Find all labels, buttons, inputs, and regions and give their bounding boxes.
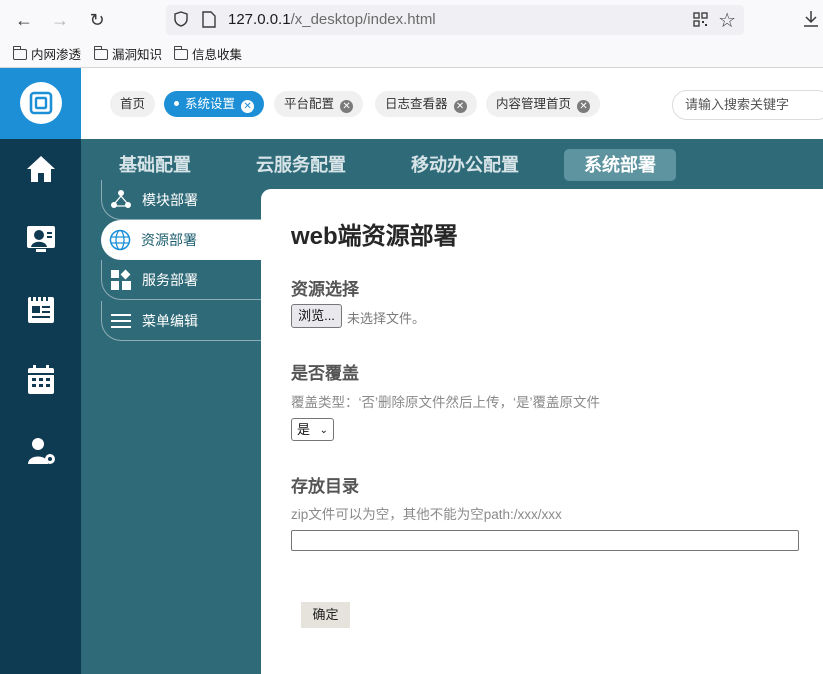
- close-icon[interactable]: ✕: [340, 100, 354, 113]
- star-icon[interactable]: ☆: [718, 8, 736, 33]
- user-settings-icon[interactable]: [24, 434, 58, 468]
- close-icon[interactable]: ✕: [577, 100, 591, 113]
- forward-arrow-icon[interactable]: →: [49, 9, 71, 31]
- news-icon[interactable]: [24, 293, 58, 327]
- bookmark-item[interactable]: 内网渗透: [13, 44, 81, 64]
- storage-dir-label: 存放目录: [291, 477, 359, 496]
- tag-content-home[interactable]: 内容管理首页 ✕: [486, 91, 601, 117]
- tag-bar: 首页 系统设置 ✕ 平台配置 ✕ 日志查看器 ✕ 内容管理首页 ✕ 请输入搜索关键字: [81, 68, 823, 139]
- subnav-module-deploy[interactable]: 模块部署: [101, 180, 271, 220]
- logo[interactable]: [20, 82, 62, 124]
- logo-area: [0, 68, 81, 139]
- tag-platform-config[interactable]: 平台配置 ✕: [274, 91, 364, 117]
- browser-toolbar: ← → ↻ 127.0.0.1/x_desktop/index.html ☆ 内…: [0, 0, 823, 68]
- content-panel: web端资源部署 资源选择 浏览... 未选择文件。 是否覆盖 覆盖类型：‘否’…: [261, 189, 823, 674]
- home-icon[interactable]: [24, 152, 58, 186]
- logo-icon: [29, 91, 53, 115]
- contacts-icon[interactable]: [24, 222, 58, 256]
- bookmark-item[interactable]: 信息收集: [174, 44, 242, 64]
- folder-icon: [174, 46, 188, 60]
- resource-select-label: 资源选择: [291, 280, 359, 299]
- tag-home[interactable]: 首页: [110, 91, 156, 117]
- tag-system-settings[interactable]: 系统设置 ✕: [164, 91, 265, 117]
- bookmark-item[interactable]: 漏洞知识: [94, 44, 162, 64]
- tab-basic-config[interactable]: 基础配置: [99, 149, 211, 181]
- qr-code-icon[interactable]: [693, 12, 708, 27]
- close-icon[interactable]: ✕: [241, 100, 255, 113]
- subnav-service-deploy[interactable]: 服务部署: [101, 260, 271, 300]
- calendar-icon[interactable]: [24, 363, 58, 397]
- address-bar[interactable]: 127.0.0.1/x_desktop/index.html ☆: [166, 5, 744, 35]
- menu-icon: [111, 314, 131, 328]
- storage-dir-input[interactable]: [291, 530, 799, 551]
- subnav-menu-edit[interactable]: 菜单编辑: [101, 301, 271, 341]
- module-icon: [111, 190, 131, 208]
- download-icon[interactable]: [802, 9, 820, 29]
- tab-cloud-config[interactable]: 云服务配置: [236, 149, 366, 181]
- tab-system-deploy[interactable]: 系统部署: [564, 149, 676, 181]
- confirm-button[interactable]: 确定: [301, 602, 350, 628]
- globe-icon: [109, 229, 131, 251]
- storage-dir-hint: zip文件可以为空，其他不能为空path:/xxx/xxx: [291, 507, 562, 522]
- shield-icon[interactable]: [174, 11, 188, 27]
- page-icon[interactable]: [202, 11, 216, 28]
- reload-icon[interactable]: ↻: [86, 9, 108, 31]
- file-status: 未选择文件。: [347, 311, 426, 326]
- tab-mobile-config[interactable]: 移动办公配置: [391, 149, 539, 181]
- tag-log-viewer[interactable]: 日志查看器 ✕: [375, 91, 477, 117]
- page-title: web端资源部署: [291, 223, 458, 250]
- folder-icon: [94, 46, 108, 60]
- main-area: 基础配置 云服务配置 移动办公配置 系统部署 模块部署 资源部署 服务部署 菜单…: [81, 139, 823, 674]
- url-text[interactable]: 127.0.0.1/x_desktop/index.html: [228, 11, 436, 28]
- close-icon[interactable]: ✕: [453, 100, 467, 113]
- back-arrow-icon[interactable]: ←: [13, 9, 35, 31]
- chevron-down-icon: ⌄: [319, 425, 328, 436]
- browse-file-button[interactable]: 浏览...: [291, 304, 342, 328]
- active-dot-icon: [174, 101, 179, 106]
- app-root: 首页 系统设置 ✕ 平台配置 ✕ 日志查看器 ✕ 内容管理首页 ✕ 请输入搜索关键字 基…: [0, 68, 823, 674]
- overwrite-label: 是否覆盖: [291, 364, 359, 383]
- overwrite-select[interactable]: 是 ⌄: [291, 418, 334, 441]
- search-input[interactable]: 请输入搜索关键字: [672, 90, 823, 120]
- subnav-resource-deploy[interactable]: 资源部署: [101, 220, 271, 260]
- icon-sidebar: [0, 68, 81, 674]
- service-icon: [111, 269, 131, 290]
- folder-icon: [13, 46, 27, 60]
- overwrite-hint: 覆盖类型：‘否’删除原文件然后上传，‘是’覆盖原文件: [291, 395, 600, 410]
